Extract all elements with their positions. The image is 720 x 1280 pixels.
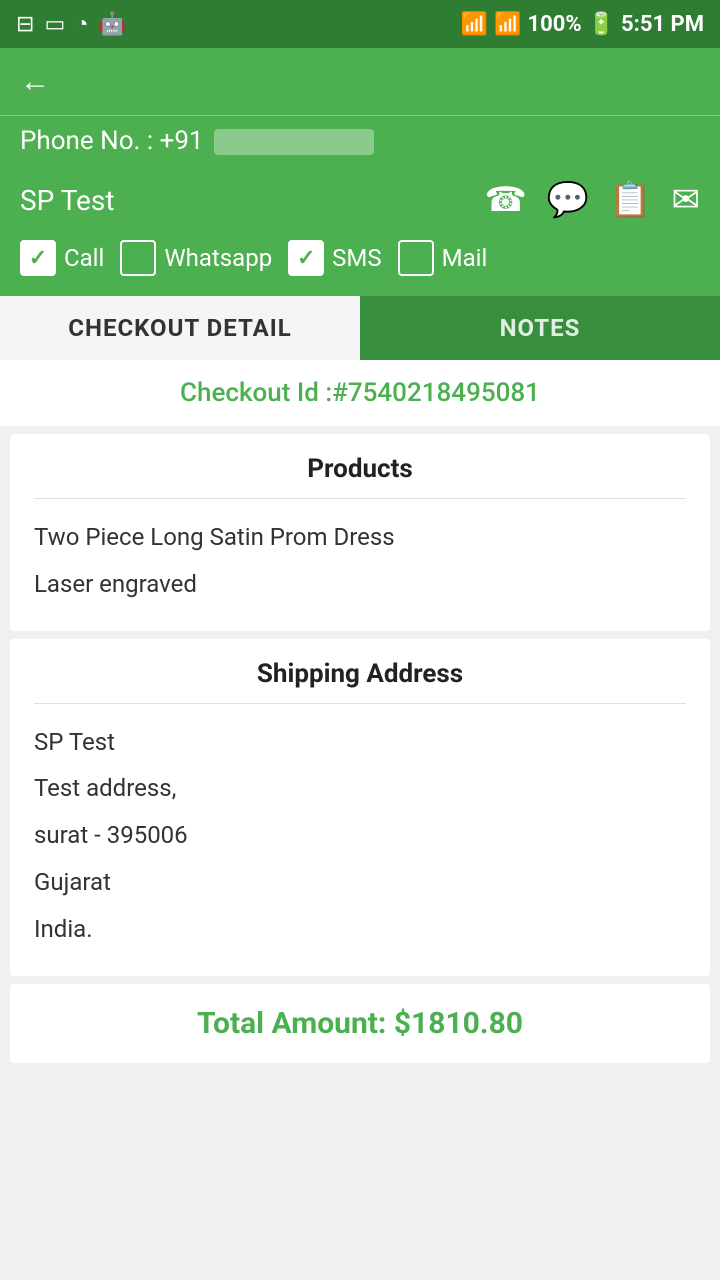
contact-action-icons: ☎ 💬 📋 ✉ [484,180,700,220]
screen-cast-icon: ⊟ [16,12,34,37]
tab-notes[interactable]: NOTES [360,296,720,360]
app-header: ← [0,48,720,115]
checkout-id-text: Checkout Id :#7540218495081 [180,378,540,408]
shipping-line-3: surat - 395006 [34,815,686,856]
phone-number-blurred [214,129,374,155]
time-label: 5:51 PM [621,12,704,37]
checkbox-mail-label: Mail [442,244,488,272]
signal-icon: 📶 [494,12,521,37]
checkbox-sms-label: SMS [332,244,381,272]
shipping-line-5: India. [34,909,686,950]
shipping-address-title: Shipping Address [34,659,686,704]
checkbox-sms[interactable]: ✓ SMS [288,240,381,276]
shipping-line-2: Test address, [34,768,686,809]
contact-row: SP Test ☎ 💬 📋 ✉ [0,170,720,230]
checkbox-whatsapp-label: Whatsapp [164,244,272,272]
checkbox-mail-box[interactable] [398,240,434,276]
checkbox-sms-box[interactable]: ✓ [288,240,324,276]
tab-checkout-detail[interactable]: CHECKOUT DETAIL [0,296,360,360]
whatsapp-icon[interactable]: 💬 [547,180,589,220]
phone-bar: Phone No. : +91 [0,115,720,170]
checkbox-call-check: ✓ [29,246,47,271]
mail-icon[interactable]: ✉ [672,180,701,220]
total-amount-text: Total Amount: $1810.80 [197,1006,523,1041]
checkbox-whatsapp-box[interactable] [120,240,156,276]
checkbox-row: ✓ Call Whatsapp ✓ SMS Mail [0,230,720,296]
checkbox-call-label: Call [64,244,104,272]
products-card: Products Two Piece Long Satin Prom Dress… [10,434,710,631]
status-left-icons: ⊟ ▭ ◔ 🤖 [16,11,126,37]
sms-icon[interactable]: 📋 [609,180,651,220]
tabs-bar: CHECKOUT DETAIL NOTES [0,296,720,360]
total-amount-row: Total Amount: $1810.80 [10,984,710,1063]
products-title: Products [34,454,686,499]
checkbox-whatsapp[interactable]: Whatsapp [120,240,272,276]
contact-name: SP Test [20,184,115,217]
battery-icon: 🔋 [588,12,615,37]
shipping-address-card: Shipping Address SP Test Test address, s… [10,639,710,976]
alarm-icon: ◔ [75,11,88,37]
photo-icon: ▭ [44,12,65,37]
shipping-line-4: Gujarat [34,862,686,903]
status-bar: ⊟ ▭ ◔ 🤖 📶 📶 100% 🔋 5:51 PM [0,0,720,48]
products-body: Two Piece Long Satin Prom Dress Laser en… [34,517,686,605]
call-icon[interactable]: ☎ [484,180,526,220]
checkout-id-row: Checkout Id :#7540218495081 [0,360,720,426]
wifi-icon: 📶 [461,12,488,37]
shipping-address-body: SP Test Test address, surat - 395006 Guj… [34,722,686,950]
phone-label: Phone No. : +91 [20,126,374,156]
checkbox-sms-check: ✓ [297,246,315,271]
battery-label: 100% [527,12,581,37]
shipping-line-1: SP Test [34,722,686,763]
status-right-icons: 📶 📶 100% 🔋 5:51 PM [461,12,704,37]
product-item-2: Laser engraved [34,564,686,605]
main-content: Checkout Id :#7540218495081 Products Two… [0,360,720,1091]
checkbox-call[interactable]: ✓ Call [20,240,104,276]
checkbox-mail[interactable]: Mail [398,240,488,276]
back-button[interactable]: ← [20,64,50,99]
android-icon: 🤖 [99,12,126,37]
product-item-1: Two Piece Long Satin Prom Dress [34,517,686,558]
checkbox-call-box[interactable]: ✓ [20,240,56,276]
